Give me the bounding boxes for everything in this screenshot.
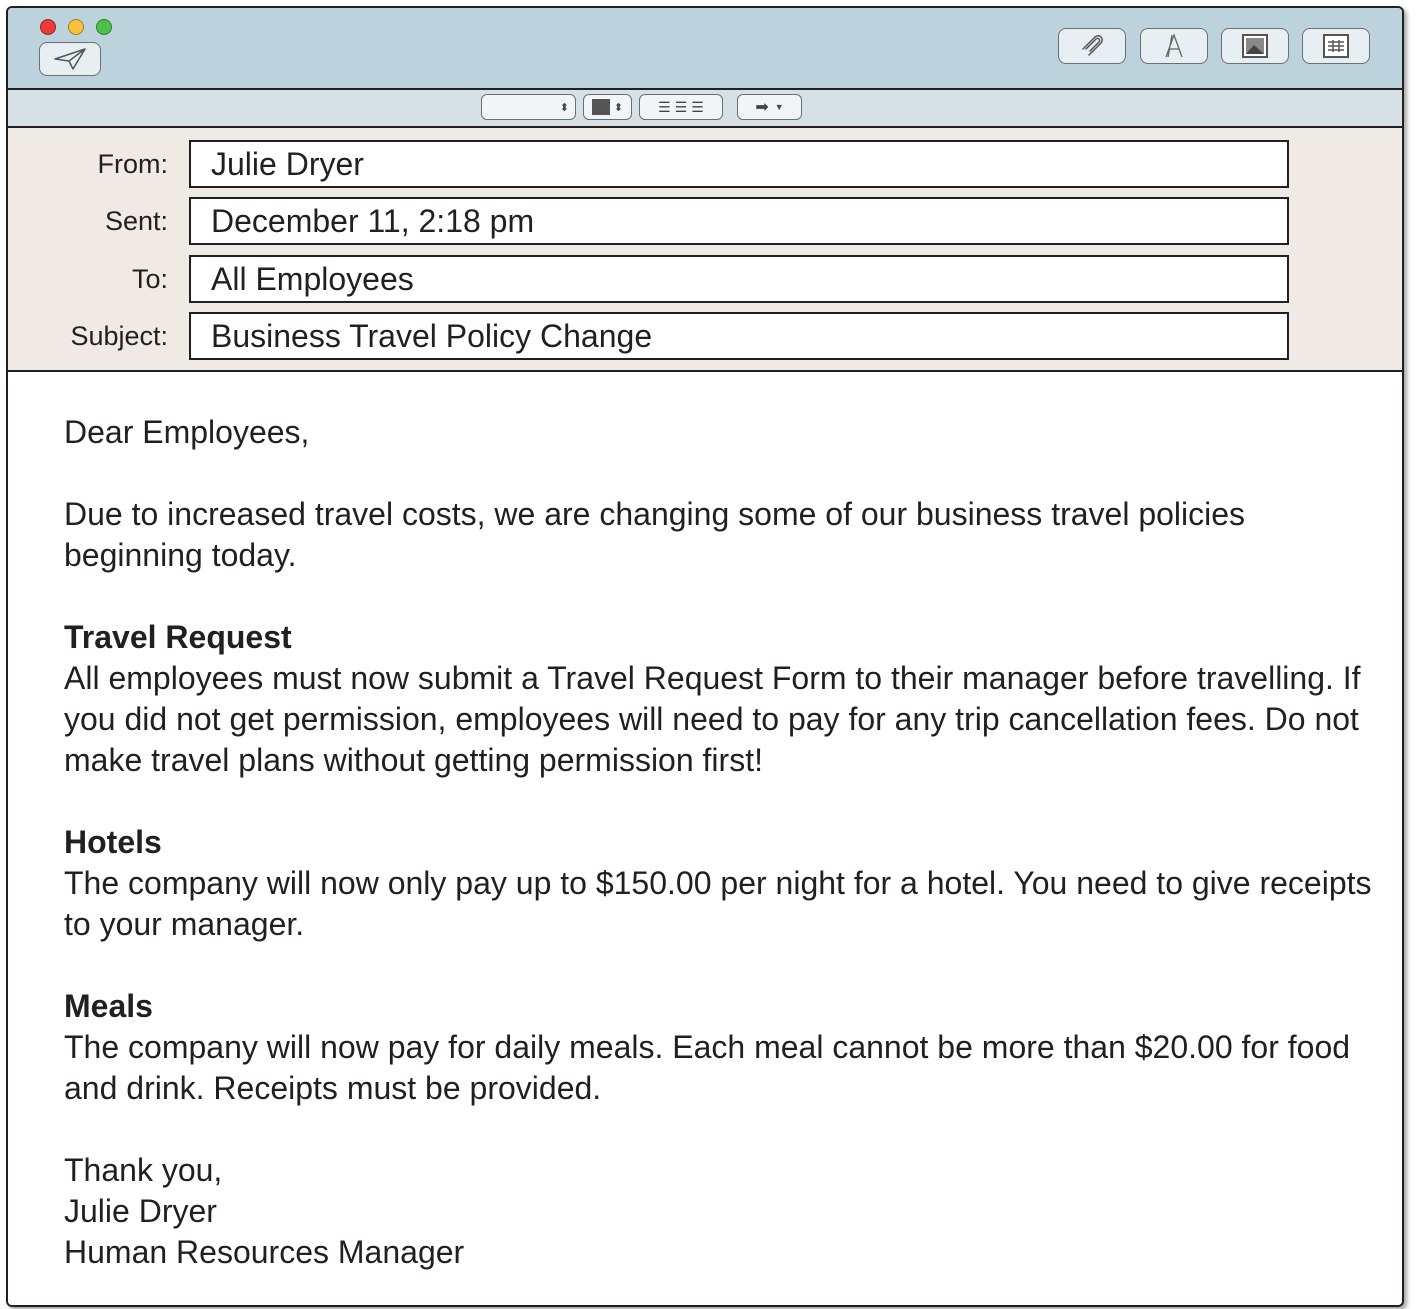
window-toolbar <box>8 8 1402 90</box>
section-title: Hotels <box>64 824 162 860</box>
message-text: Dear Employees, Due to increased travel … <box>64 412 1384 1273</box>
email-window: ⬍ ⬍ ☰ ☰ ☰ ➡ ▼ From: Julie Dryer Sent: De… <box>6 6 1404 1307</box>
photo-browser-button[interactable] <box>1221 28 1289 64</box>
section-text: All employees must now submit a Travel R… <box>64 660 1361 778</box>
close-window-button[interactable] <box>40 19 56 35</box>
intro-paragraph: Due to increased travel costs, we are ch… <box>64 496 1246 573</box>
to-label: To: <box>131 264 168 294</box>
signature-title: Human Resources Manager <box>64 1234 465 1270</box>
section-title: Meals <box>64 988 153 1024</box>
photo-icon <box>1242 34 1268 58</box>
sent-label: Sent: <box>104 206 168 236</box>
minimize-window-button[interactable] <box>68 19 84 35</box>
section-text: The company will now pay for daily meals… <box>64 1029 1351 1106</box>
section-text: The company will now only pay up to $150… <box>64 865 1372 942</box>
color-swatch <box>591 99 610 115</box>
message-body[interactable]: Dear Employees, Due to increased travel … <box>8 372 1402 1305</box>
updown-arrows-icon: ⬍ <box>613 101 624 114</box>
chevron-down-icon: ▼ <box>774 102 784 112</box>
to-row: To: All Employees <box>8 255 1402 303</box>
updown-arrows-icon: ⬍ <box>559 101 569 114</box>
arrow-right-icon: ➡ <box>755 99 769 116</box>
from-field[interactable]: Julie Dryer <box>189 140 1289 188</box>
align-left-icon[interactable]: ☰ <box>658 99 671 116</box>
signature-name: Julie Dryer <box>64 1193 217 1229</box>
indent-select[interactable]: ➡ ▼ <box>737 94 802 120</box>
zoom-window-button[interactable] <box>96 19 112 35</box>
from-row: From: Julie Dryer <box>8 140 1402 188</box>
sent-field[interactable]: December 11, 2:18 pm <box>189 197 1289 245</box>
align-center-icon[interactable]: ☰ <box>675 99 688 116</box>
subject-row: Subject: Business Travel Policy Change <box>8 312 1402 360</box>
table-icon <box>1323 34 1349 58</box>
letter-a-icon <box>1165 33 1183 58</box>
format-bar: ⬍ ⬍ ☰ ☰ ☰ ➡ ▼ <box>8 90 1402 128</box>
paperclip-icon <box>1082 35 1103 56</box>
message-header: From: Julie Dryer Sent: December 11, 2:1… <box>8 128 1402 372</box>
fonts-button[interactable] <box>1140 28 1208 64</box>
section-title: Travel Request <box>64 619 292 655</box>
attach-button[interactable] <box>1058 28 1126 64</box>
paper-plane-icon <box>54 48 86 70</box>
send-button[interactable] <box>39 42 101 76</box>
font-family-select[interactable]: ⬍ <box>481 94 576 120</box>
alignment-buttons: ☰ ☰ ☰ <box>639 94 723 120</box>
sent-row: Sent: December 11, 2:18 pm <box>8 197 1402 245</box>
closing: Thank you, <box>64 1152 223 1188</box>
align-right-icon[interactable]: ☰ <box>691 99 704 116</box>
from-label: From: <box>97 149 169 179</box>
to-field[interactable]: All Employees <box>189 255 1289 303</box>
subject-label: Subject: <box>70 321 168 351</box>
text-color-select[interactable]: ⬍ <box>583 94 632 120</box>
show-stationery-button[interactable] <box>1302 28 1370 64</box>
greeting: Dear Employees, <box>64 414 310 450</box>
subject-field[interactable]: Business Travel Policy Change <box>189 312 1289 360</box>
